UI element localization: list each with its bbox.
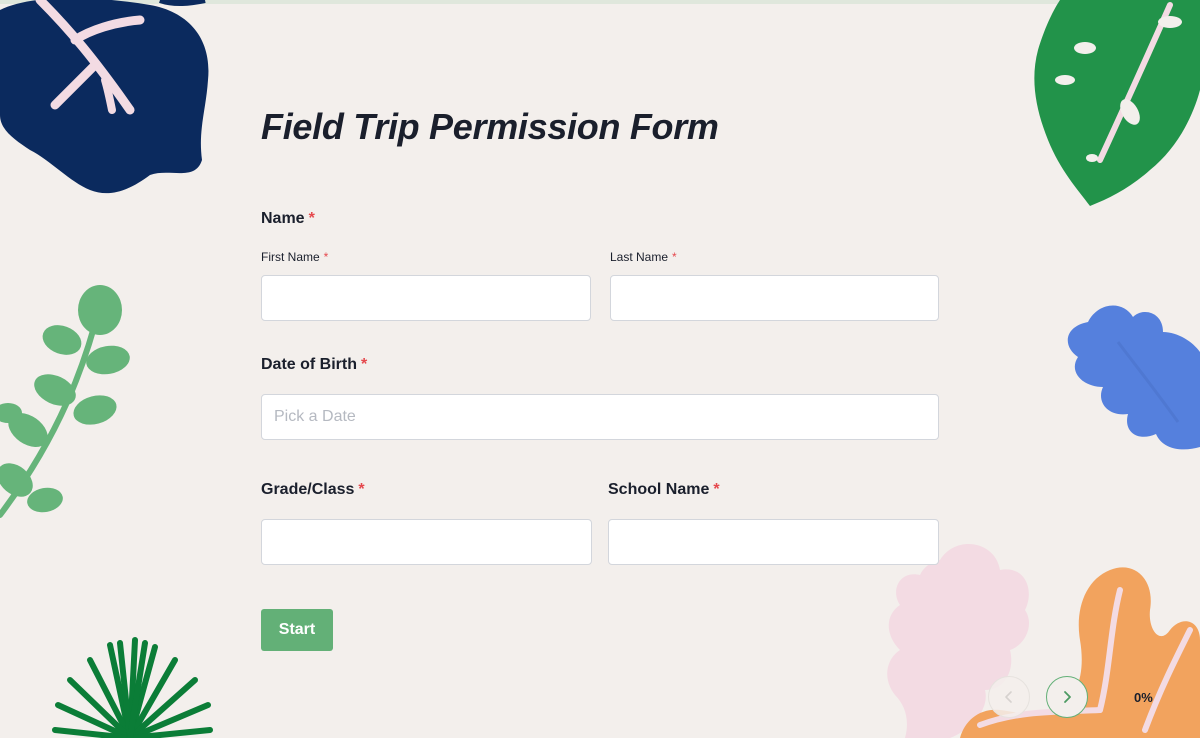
- grade-class-label-text: Grade/Class: [261, 481, 355, 498]
- last-name-label-text: Last Name: [610, 250, 669, 264]
- blue-leaf-decoration: [1067, 305, 1200, 450]
- date-of-birth-label: Date of Birth *: [261, 356, 367, 374]
- first-name-input[interactable]: [261, 275, 591, 321]
- dark-green-palm-decoration: [52, 637, 213, 738]
- next-button[interactable]: [1046, 676, 1088, 718]
- chevron-left-icon: [1005, 691, 1012, 703]
- required-mark: *: [323, 250, 329, 264]
- name-label-text: Name: [261, 210, 305, 227]
- navy-leaf-decoration: [0, 0, 209, 194]
- date-of-birth-label-text: Date of Birth: [261, 356, 357, 373]
- school-name-input[interactable]: [608, 519, 939, 565]
- name-label: Name *: [261, 210, 315, 228]
- light-green-fern-decoration: [0, 285, 130, 518]
- school-name-label-text: School Name: [608, 481, 710, 498]
- school-name-label: School Name *: [608, 481, 720, 499]
- required-mark: *: [308, 210, 315, 227]
- required-mark: *: [361, 356, 368, 373]
- chevron-right-icon: [1064, 691, 1071, 703]
- date-of-birth-input[interactable]: [261, 394, 939, 440]
- green-leaf-decoration: [1034, 0, 1200, 206]
- grade-class-input[interactable]: [261, 519, 592, 565]
- form-title: Field Trip Permission Form: [261, 106, 719, 147]
- last-name-label: Last Name *: [610, 250, 677, 264]
- start-button[interactable]: Start: [261, 609, 333, 651]
- previous-button[interactable]: [988, 676, 1030, 718]
- progress-indicator: 0%: [1134, 690, 1153, 705]
- required-mark: *: [713, 481, 720, 498]
- last-name-input[interactable]: [610, 275, 939, 321]
- first-name-label: First Name *: [261, 250, 328, 264]
- first-name-label-text: First Name: [261, 250, 320, 264]
- grade-class-label: Grade/Class *: [261, 481, 365, 499]
- required-mark: *: [358, 481, 365, 498]
- required-mark: *: [672, 250, 677, 264]
